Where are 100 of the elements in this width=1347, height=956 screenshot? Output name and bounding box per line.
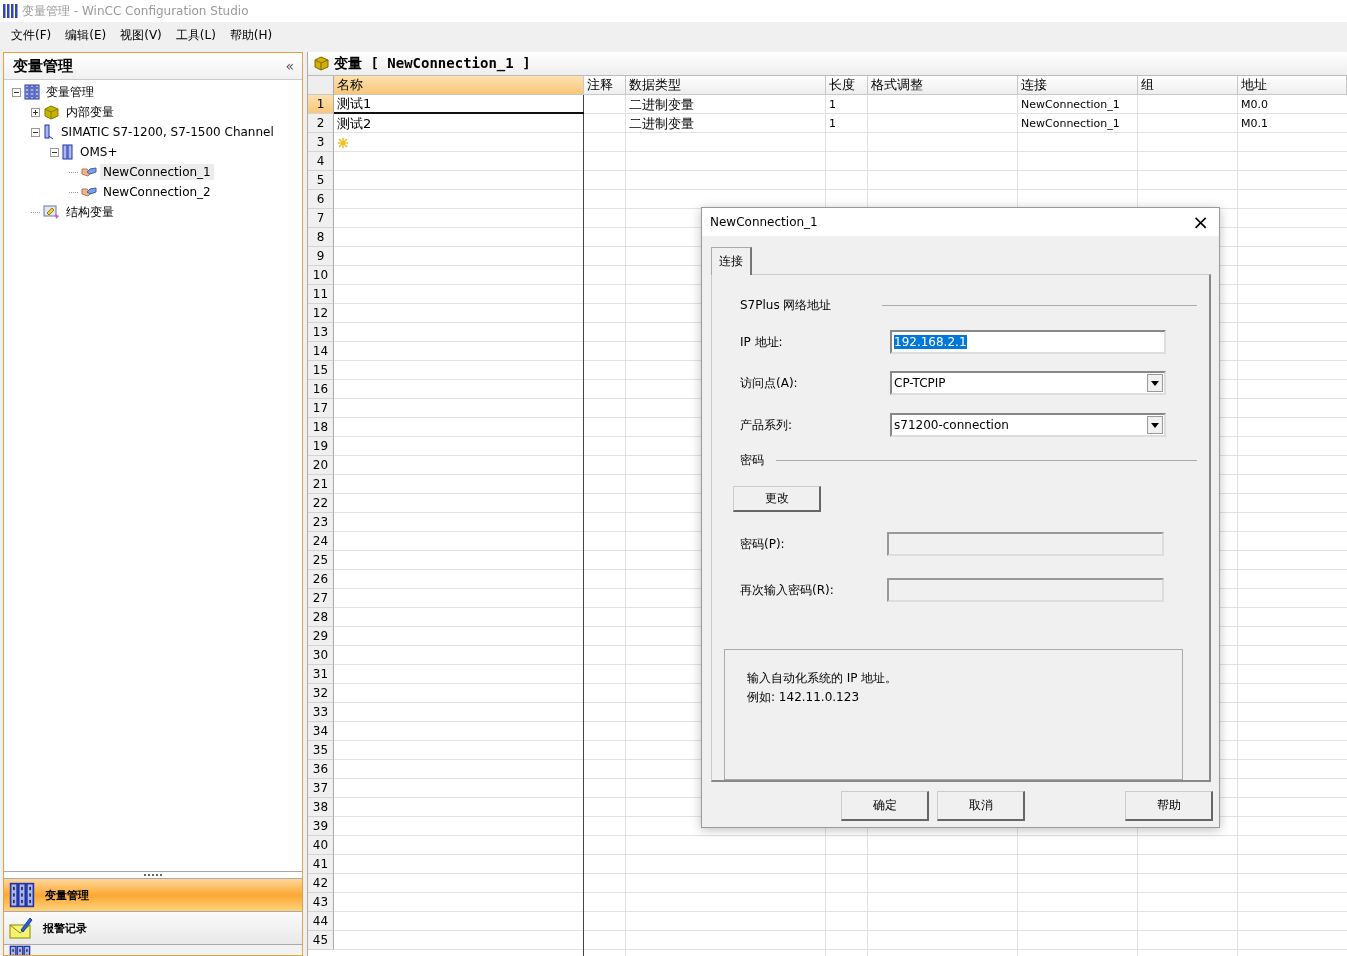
- column-header[interactable]: 数据类型: [626, 76, 826, 95]
- row-number: 36: [308, 760, 334, 779]
- row-number: 42: [308, 874, 334, 893]
- menu-item[interactable]: 帮助(H): [224, 25, 278, 46]
- menu-item[interactable]: 文件(F): [6, 25, 57, 46]
- table-cell-text: NewConnection_1: [1020, 97, 1121, 113]
- field-label: IP 地址:: [740, 333, 784, 351]
- row-number: 7: [308, 209, 334, 228]
- row-number: 4: [308, 152, 334, 171]
- panel-title: 变量管理: [13, 56, 73, 76]
- row-number: 13: [308, 323, 334, 342]
- column-header[interactable]: 组: [1138, 76, 1238, 95]
- row-number: 41: [308, 855, 334, 874]
- menu-item[interactable]: 编辑(E): [60, 25, 112, 46]
- expand-toggle[interactable]: [31, 107, 40, 117]
- row-number: 8: [308, 228, 334, 247]
- row-number: 35: [308, 741, 334, 760]
- field-label: 产品系列:: [740, 416, 794, 434]
- structure-icon: [43, 204, 60, 220]
- column-header[interactable]: 连接: [1018, 76, 1138, 95]
- table-cell-text: M0.0: [1240, 97, 1269, 113]
- row-number: 11: [308, 285, 334, 304]
- tree-item[interactable]: 变量管理: [43, 82, 97, 102]
- section-heading: 密码: [740, 452, 764, 469]
- row-number: 12: [308, 304, 334, 323]
- handshake-icon: [81, 186, 97, 198]
- column-header[interactable]: 名称: [334, 76, 584, 95]
- nav-item[interactable]: 变量管理: [4, 879, 302, 912]
- row-number: 1: [308, 95, 334, 114]
- row-number: 34: [308, 722, 334, 741]
- row-number: 37: [308, 779, 334, 798]
- row-number: 26: [308, 570, 334, 589]
- column-header[interactable]: 地址: [1238, 76, 1347, 95]
- change-button[interactable]: 更改: [733, 486, 821, 512]
- row-number: 23: [308, 513, 334, 532]
- table-cell-text: 测试2: [336, 114, 373, 133]
- tag-columns-icon: [24, 84, 40, 100]
- row-number: 17: [308, 399, 334, 418]
- row-number: 21: [308, 475, 334, 494]
- ip-address-field[interactable]: 192.168.2.1: [890, 330, 1166, 354]
- row-number: 2: [308, 114, 334, 133]
- dialog-button[interactable]: 取消: [937, 791, 1025, 821]
- tree-item[interactable]: SIMATIC S7-1200, S7-1500 Channel: [58, 124, 277, 140]
- field-label: 再次输入密码(R):: [740, 581, 835, 599]
- menu-item[interactable]: 工具(L): [170, 25, 221, 46]
- row-number: 15: [308, 361, 334, 380]
- tree-item[interactable]: NewConnection_1: [100, 164, 214, 180]
- collapse-toggle[interactable]: [12, 87, 21, 97]
- field-label: 密码(P):: [740, 535, 786, 553]
- tab[interactable]: 连接: [711, 247, 752, 275]
- row-number: 39: [308, 817, 334, 836]
- row-number: 3: [308, 133, 334, 152]
- row-number: 30: [308, 646, 334, 665]
- row-number: 16: [308, 380, 334, 399]
- table-cell-text: 1: [828, 116, 837, 132]
- row-number: 14: [308, 342, 334, 361]
- close-button[interactable]: ×: [1190, 212, 1211, 232]
- row-number: 40: [308, 836, 334, 855]
- dropdown-value: CP-TCPIP: [894, 376, 946, 390]
- dropdown[interactable]: CP-TCPIP: [890, 371, 1166, 395]
- row-number: 18: [308, 418, 334, 437]
- column-header[interactable]: 注释: [584, 76, 626, 95]
- tree-item[interactable]: 结构变量: [63, 202, 117, 222]
- row-number: 29: [308, 627, 334, 646]
- dialog-button[interactable]: 帮助: [1125, 791, 1213, 821]
- envelope-pen-icon: [9, 916, 33, 940]
- tree-item[interactable]: NewConnection_2: [100, 184, 214, 200]
- row-number: 33: [308, 703, 334, 722]
- column-header[interactable]: 长度: [826, 76, 868, 95]
- menu-item[interactable]: 视图(V): [115, 25, 167, 46]
- table-cell-text: 1: [828, 97, 837, 113]
- table-cell-text: NewConnection_1: [1020, 116, 1121, 132]
- caret-icon: [1151, 380, 1159, 386]
- field-value: 192.168.2.1: [894, 335, 967, 349]
- tag-columns-icon: [9, 882, 35, 908]
- handshake-icon: [81, 166, 97, 178]
- row-number: 20: [308, 456, 334, 475]
- collapse-button[interactable]: «: [285, 58, 294, 74]
- dropdown[interactable]: s71200-connection: [890, 413, 1166, 437]
- row-number: 24: [308, 532, 334, 551]
- dialog-button[interactable]: 确定: [841, 791, 929, 821]
- tree-item[interactable]: OMS+: [77, 144, 121, 160]
- row-number: 45: [308, 931, 334, 950]
- row-number: 44: [308, 912, 334, 931]
- section-heading: S7Plus 网络地址: [740, 297, 832, 314]
- tree-item[interactable]: 内部变量: [63, 102, 117, 122]
- dialog-title: NewConnection_1: [710, 215, 818, 229]
- channel-icon: [43, 124, 55, 140]
- row-number: 5: [308, 171, 334, 190]
- collapse-toggle[interactable]: [50, 147, 59, 157]
- row-number: 32: [308, 684, 334, 703]
- app-icon: [2, 3, 18, 19]
- caret-icon: [1151, 422, 1159, 428]
- nav-item[interactable]: 报警记录: [4, 912, 302, 945]
- cube-icon: [314, 56, 329, 71]
- column-header[interactable]: 格式调整: [868, 76, 1018, 95]
- row-number: 38: [308, 798, 334, 817]
- collapse-toggle[interactable]: [31, 127, 40, 137]
- table-cell-text: 二进制变量: [628, 114, 695, 133]
- window-title: 变量管理 - WinCC Configuration Studio: [22, 2, 249, 20]
